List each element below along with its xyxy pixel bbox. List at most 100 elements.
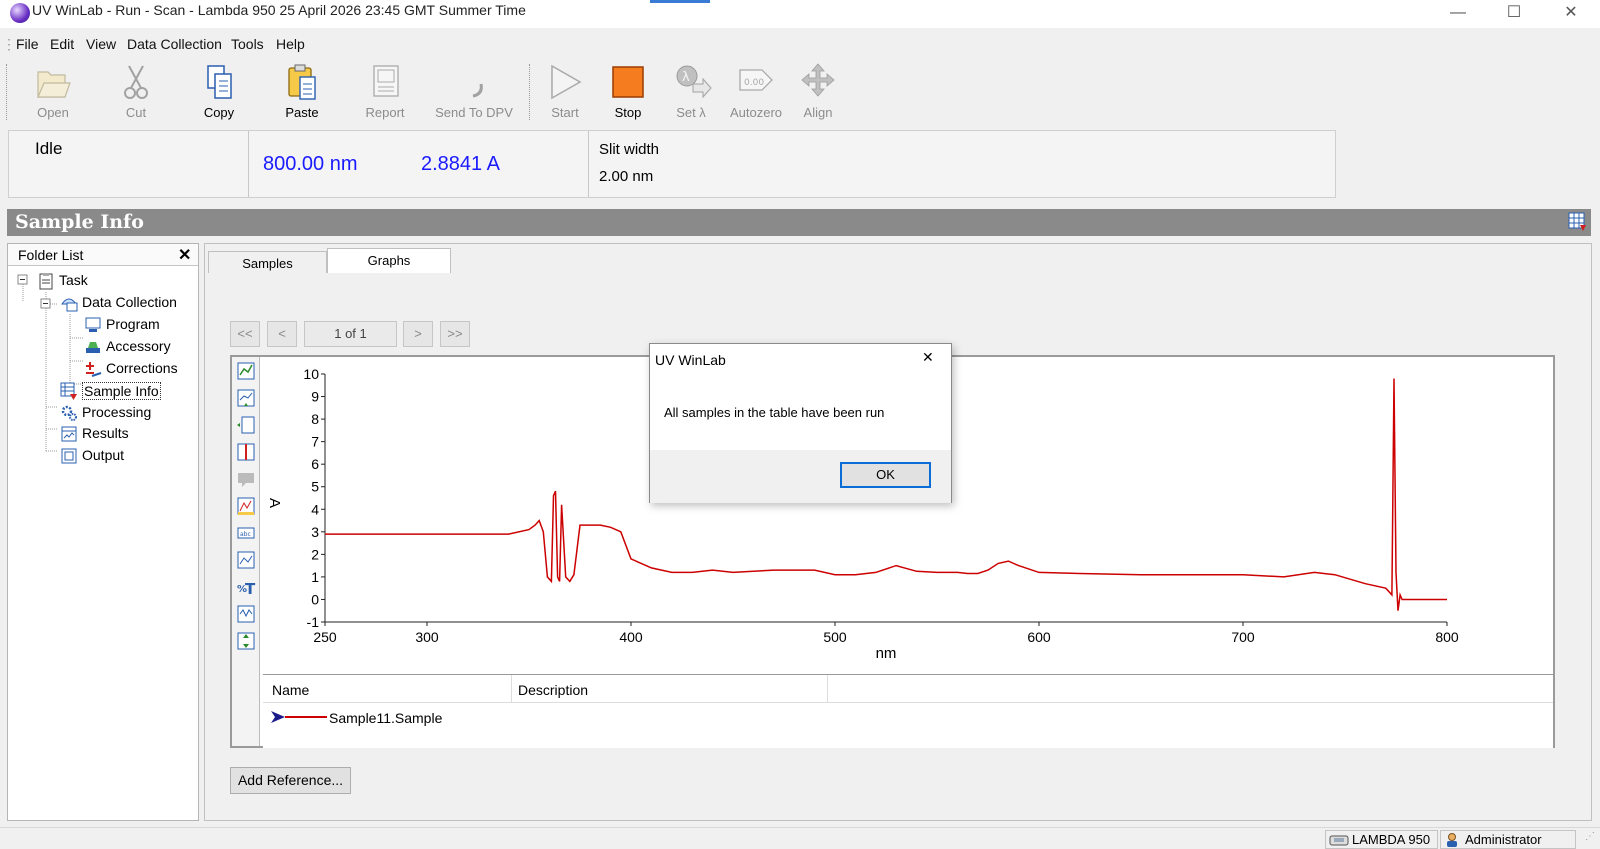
section-header: Sample Info xyxy=(7,209,1591,236)
copy-label: Copy xyxy=(203,105,235,120)
copy-button[interactable]: Copy xyxy=(182,60,256,124)
folder-list-title: Folder List xyxy=(18,247,84,263)
menu-file[interactable]: File xyxy=(16,36,39,52)
y-tick-label: 3 xyxy=(311,524,319,540)
folder-list-close-icon[interactable]: ✕ xyxy=(178,245,191,265)
y-tick-label: -1 xyxy=(307,614,320,630)
x-axis-label: nm xyxy=(876,645,897,662)
open-button[interactable]: Open xyxy=(16,60,90,124)
y-tick-label: 2 xyxy=(311,546,319,562)
x-tick-label: 500 xyxy=(823,629,847,645)
scissors-icon xyxy=(124,65,148,99)
copy-icon xyxy=(207,65,232,99)
peak-pick-icon[interactable] xyxy=(236,496,256,516)
task-clipboard-icon xyxy=(39,273,53,290)
paste-button[interactable]: Paste xyxy=(265,60,339,124)
user-name: Administrator xyxy=(1465,832,1542,847)
y-tick-label: 4 xyxy=(311,501,319,517)
cut-label: Cut xyxy=(125,105,147,120)
close-window-button[interactable]: ✕ xyxy=(1548,0,1594,28)
tree-label-data-collection: Data Collection xyxy=(82,294,177,310)
autoscale-y-icon[interactable] xyxy=(236,388,256,408)
legend-col-divider-2 xyxy=(827,675,828,703)
send-icon xyxy=(472,83,483,98)
instrument-status-panel: Idle 800.00 nm 2.8841 A Slit width 2.00 … xyxy=(8,130,1336,198)
menu-grip: ⋮ xyxy=(2,36,16,52)
last-page-button[interactable]: >> xyxy=(440,321,470,347)
program-monitor-icon xyxy=(85,317,101,332)
expand-vertical-icon[interactable] xyxy=(236,631,256,651)
prev-page-button[interactable]: < xyxy=(267,321,297,347)
legend-row[interactable]: Sample11.Sample xyxy=(263,705,863,729)
menu-tools[interactable]: Tools xyxy=(231,36,264,52)
legend-header-row: Name Description xyxy=(263,675,1553,703)
annotation-disabled-icon[interactable] xyxy=(236,469,256,489)
tab-samples[interactable]: Samples xyxy=(208,251,327,273)
x-tick-label: 600 xyxy=(1027,629,1051,645)
add-reference-button[interactable]: Add Reference... xyxy=(230,767,351,794)
report-button[interactable]: Report xyxy=(348,60,422,124)
results-icon xyxy=(61,426,77,442)
corrections-icon xyxy=(86,362,102,377)
y-tick-label: 6 xyxy=(311,456,319,472)
autozero-icon: 0.00 xyxy=(739,69,773,91)
minimize-button[interactable]: — xyxy=(1435,0,1481,28)
menu-data-collection[interactable]: Data Collection xyxy=(127,36,222,52)
title-bar: UV WinLab - Run - Scan - Lambda 950 25 A… xyxy=(0,0,1600,28)
legend-col-name: Name xyxy=(272,682,310,698)
readout-cell: 800.00 nm 2.8841 A xyxy=(249,131,589,197)
cursor-icon[interactable] xyxy=(236,442,256,462)
ok-button[interactable]: OK xyxy=(840,462,931,488)
slit-width-value: 2.00 nm xyxy=(599,168,654,185)
x-tick-label: 300 xyxy=(415,629,439,645)
open-label: Open xyxy=(37,105,69,120)
app-logo-icon xyxy=(10,3,30,23)
text-label-icon[interactable]: abc xyxy=(236,523,256,543)
tree-label-corrections: Corrections xyxy=(106,360,178,376)
instrument-name: LAMBDA 950 xyxy=(1352,832,1431,847)
accessory-icon xyxy=(86,342,100,353)
dialog-close-icon[interactable]: ✕ xyxy=(922,349,934,366)
instrument-icon xyxy=(1329,835,1349,846)
user-icon xyxy=(1447,833,1457,847)
menu-bar: ⋮ File Edit View Data Collection Tools H… xyxy=(0,32,1600,56)
graph-tools-sidebar: abc % T xyxy=(232,357,260,746)
maximize-button[interactable]: ☐ xyxy=(1491,0,1537,28)
paste-label: Paste xyxy=(285,105,319,120)
cut-button[interactable]: Cut xyxy=(99,60,173,124)
x-tick-label: 800 xyxy=(1435,629,1459,645)
resize-grip-icon[interactable]: ⋰ xyxy=(1585,831,1595,842)
y-tick-label: 5 xyxy=(311,479,319,495)
tab-graphs[interactable]: Graphs xyxy=(327,248,451,273)
y-tick-label: 8 xyxy=(311,411,319,427)
send-to-dpv-button[interactable]: Send To DPV xyxy=(431,60,517,124)
folder-list-header: Folder List ✕ xyxy=(8,244,198,266)
overlay-icon[interactable] xyxy=(236,550,256,570)
next-page-button[interactable]: > xyxy=(403,321,433,347)
sample-table-icon[interactable] xyxy=(1568,212,1588,232)
tree-label-accessory: Accessory xyxy=(106,338,171,354)
zoom-fit-icon[interactable] xyxy=(236,361,256,381)
legend-col-divider xyxy=(511,675,512,703)
legend-col-description: Description xyxy=(518,682,589,698)
y-tick-label: 7 xyxy=(311,434,319,450)
align-button[interactable]: Align xyxy=(788,60,848,124)
tree-label-program: Program xyxy=(106,316,160,332)
menu-edit[interactable]: Edit xyxy=(50,36,74,52)
y-axis-label: A xyxy=(266,498,283,508)
tree-label-results: Results xyxy=(82,425,129,441)
absorbance-readout: 2.8841 A xyxy=(421,153,500,175)
menu-view[interactable]: View xyxy=(86,36,116,52)
sample-info-icon xyxy=(60,382,77,400)
message-dialog: UV WinLab ✕ All samples in the table hav… xyxy=(649,343,952,503)
align-label: Align xyxy=(803,105,833,120)
output-icon xyxy=(61,448,77,464)
percent-transmittance-icon[interactable]: %T xyxy=(236,577,256,597)
set-wavelength-icon: λ xyxy=(676,65,712,99)
autoscale-x-icon[interactable] xyxy=(236,415,256,435)
menu-help[interactable]: Help xyxy=(276,36,305,52)
first-page-button[interactable]: << xyxy=(230,321,260,347)
start-button[interactable]: Start xyxy=(534,60,596,124)
spectrum-view-icon[interactable] xyxy=(236,604,256,624)
stop-button[interactable]: Stop xyxy=(598,60,658,124)
